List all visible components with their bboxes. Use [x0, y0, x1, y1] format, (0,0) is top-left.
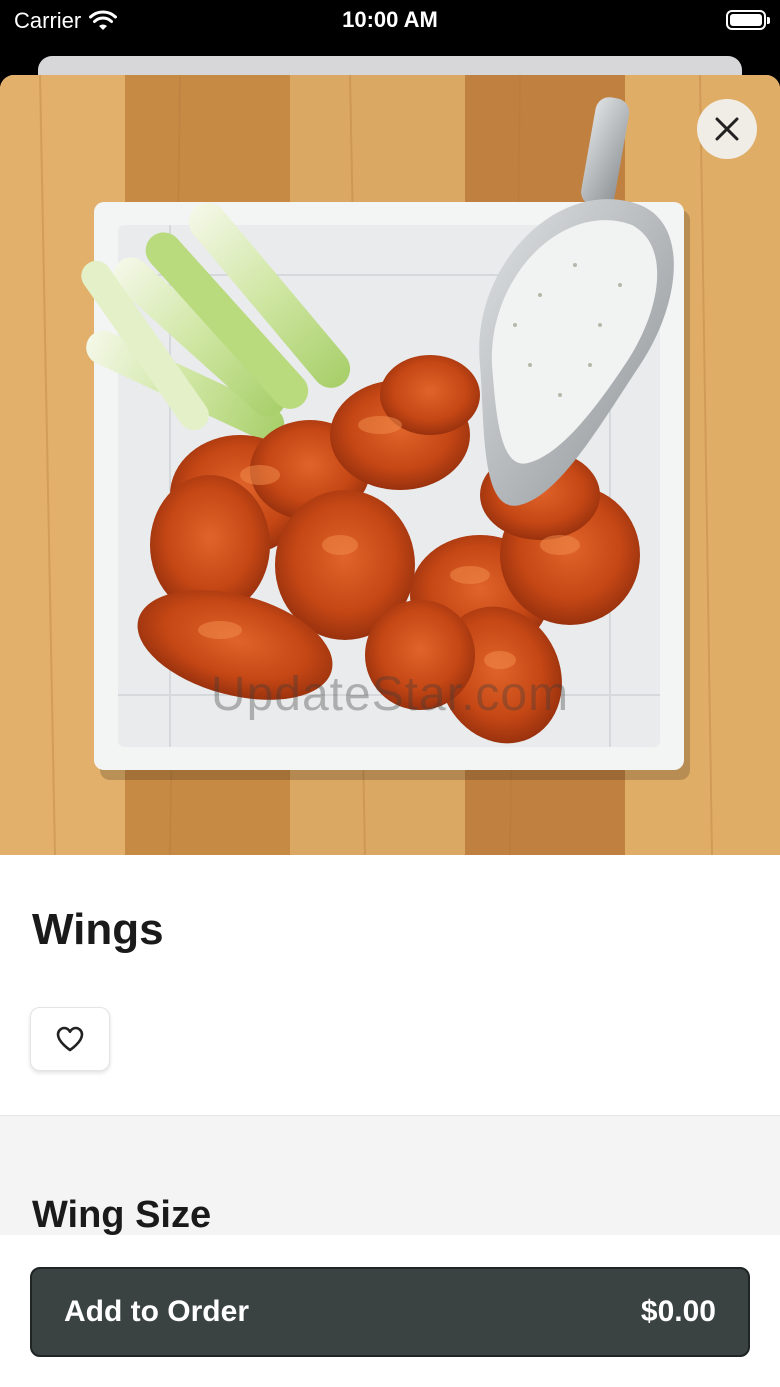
clock: 10:00 AM: [342, 7, 438, 32]
watermark: UpdateStar.com: [210, 668, 570, 721]
order-price: $0.00: [640, 1295, 716, 1328]
item-detail-sheet: UpdateStar.com Wings Wing Size Add to Or…: [0, 75, 780, 1387]
close-button[interactable]: [697, 99, 757, 159]
favorite-button[interactable]: [30, 1007, 110, 1071]
battery-icon: [726, 10, 770, 30]
food-photo: [0, 75, 780, 855]
status-bar: Carrier 10:00 AM: [0, 0, 780, 56]
add-to-order-label: Add to Order: [64, 1295, 249, 1328]
item-title: Wings: [32, 905, 164, 954]
close-icon: [715, 117, 739, 141]
add-to-order-button[interactable]: Add to Order $0.00: [30, 1267, 750, 1357]
heart-outline-icon: [56, 1026, 84, 1052]
footer-bar: Add to Order $0.00: [0, 1235, 780, 1387]
section-title-wing-size: Wing Size: [32, 1194, 212, 1236]
